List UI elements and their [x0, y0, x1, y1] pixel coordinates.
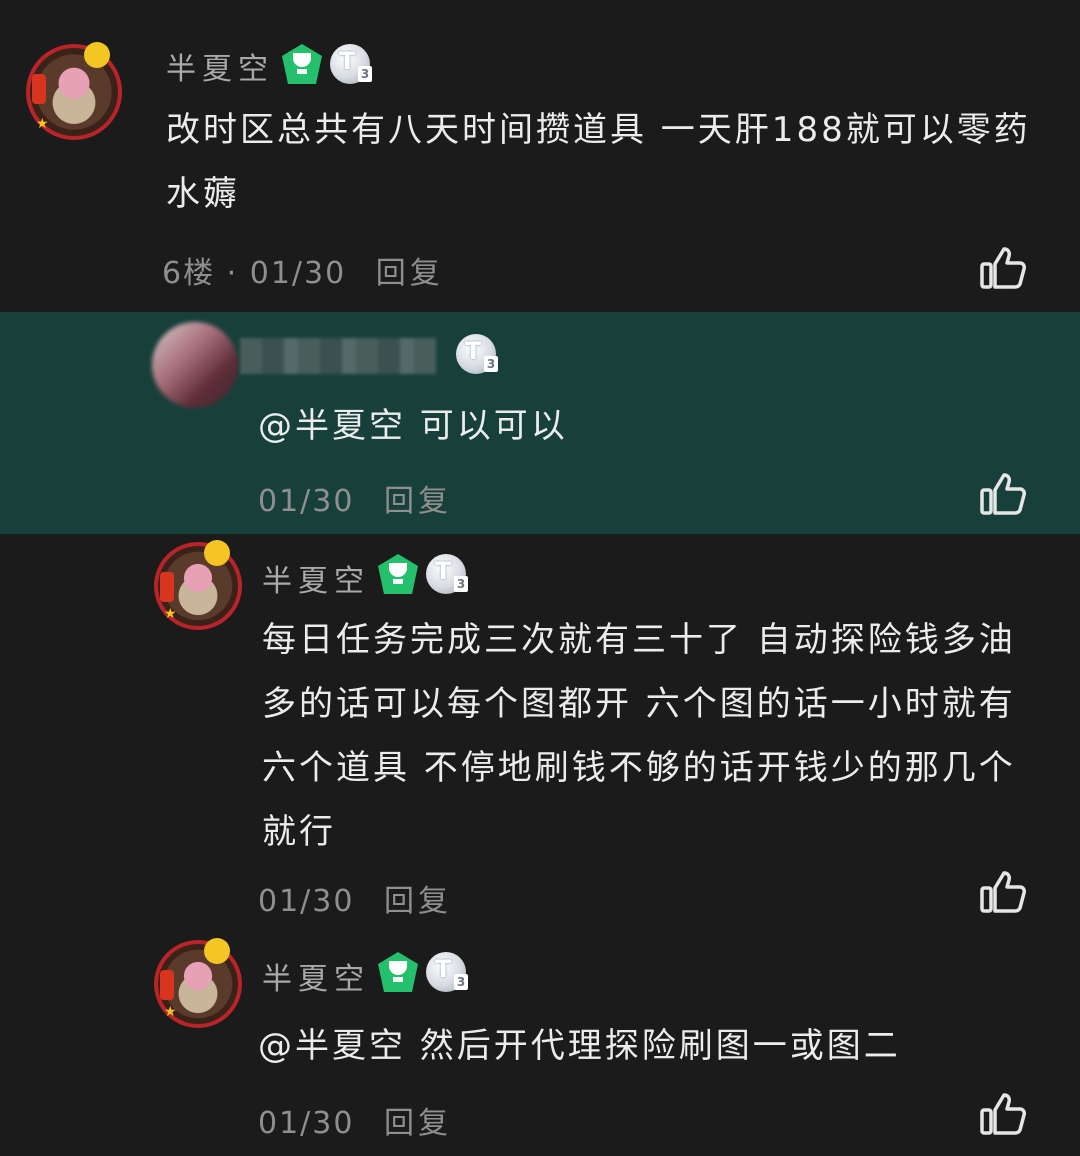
- reply-button[interactable]: 回复: [384, 484, 452, 519]
- avatar-firecracker-decoration: [160, 970, 174, 1000]
- avatar-star-decoration: ★: [164, 606, 177, 622]
- comment-text: @半夏空 可以可以: [258, 406, 568, 446]
- like-button[interactable]: [980, 472, 1026, 516]
- avatar-hat-decoration: [204, 938, 230, 964]
- reply-button[interactable]: 回复: [384, 1106, 452, 1141]
- floor-number: 6楼: [162, 256, 216, 291]
- trophy-icon: [389, 563, 407, 577]
- level-badge-icon[interactable]: [378, 952, 418, 992]
- tier-badge-icon[interactable]: T 3: [426, 952, 468, 992]
- comment-2: T 3 @半夏空 可以可以 01/30 回复: [0, 312, 1080, 534]
- comment-meta: 01/30 回复: [258, 1098, 452, 1142]
- thumbs-up-icon: [980, 473, 1026, 515]
- avatar-star-decoration: ★: [36, 116, 49, 132]
- comment-text: @半夏空 然后开代理探险刷图一或图二: [258, 1026, 901, 1066]
- avatar-hat-decoration: [204, 540, 230, 566]
- like-button[interactable]: [980, 870, 1026, 914]
- comment-meta: 01/30 回复: [258, 476, 452, 520]
- trophy-icon: [389, 961, 407, 975]
- avatar-hat-decoration: [84, 42, 110, 68]
- comment-text: 每日任务完成三次就有三十了 自动探险钱多油多的话可以每个图都开 六个图的话一小时…: [262, 620, 1016, 852]
- username[interactable]: 半夏空: [262, 556, 370, 600]
- comment-1: ★ 半夏空 T 3 改时区总共有八天时间攒道具 一天肝188就可以零药水薅 6楼…: [0, 0, 1080, 312]
- reply-button[interactable]: 回复: [376, 256, 444, 291]
- comment-text: 改时区总共有八天时间攒道具 一天肝188就可以零药水薅: [166, 110, 1031, 214]
- comment-meta: 6楼 · 01/30 回复: [162, 248, 444, 292]
- reply-button[interactable]: 回复: [384, 884, 452, 919]
- thumbs-up-icon: [980, 247, 1026, 289]
- level-badge-icon[interactable]: [282, 44, 322, 84]
- avatar-firecracker-decoration: [160, 572, 174, 602]
- user-avatar[interactable]: ★: [154, 540, 242, 630]
- username[interactable]: 半夏空: [166, 44, 274, 88]
- comment-date: 01/30: [258, 484, 355, 519]
- comment-3: ★ 半夏空 T 3 每日任务完成三次就有三十了 自动探险钱多油多的话可以每个图都…: [0, 534, 1080, 934]
- like-button[interactable]: [980, 246, 1026, 290]
- comment-date: 01/30: [249, 256, 347, 291]
- tier-badge-icon[interactable]: T 3: [426, 554, 468, 594]
- comment-date: 01/30: [258, 1106, 355, 1141]
- thumbs-up-icon: [980, 1093, 1026, 1135]
- tier-badge-icon[interactable]: T 3: [456, 334, 498, 374]
- username-obscured[interactable]: [240, 338, 436, 374]
- comment-4: ★ 半夏空 T 3 @半夏空 然后开代理探险刷图一或图二 01/30 回复: [0, 934, 1080, 1156]
- avatar-star-decoration: ★: [164, 1004, 177, 1020]
- comment-date: 01/30: [258, 884, 355, 919]
- avatar-firecracker-decoration: [32, 74, 46, 104]
- meta-separator: ·: [226, 256, 239, 291]
- user-avatar[interactable]: ★: [26, 42, 122, 140]
- level-badge-icon[interactable]: [378, 554, 418, 594]
- user-avatar[interactable]: [152, 322, 238, 408]
- user-avatar[interactable]: ★: [154, 938, 242, 1028]
- thumbs-up-icon: [980, 871, 1026, 913]
- comment-meta: 01/30 回复: [258, 876, 452, 920]
- trophy-icon: [293, 53, 311, 67]
- tier-badge-icon[interactable]: T 3: [330, 44, 372, 84]
- like-button[interactable]: [980, 1092, 1026, 1136]
- username[interactable]: 半夏空: [262, 954, 370, 998]
